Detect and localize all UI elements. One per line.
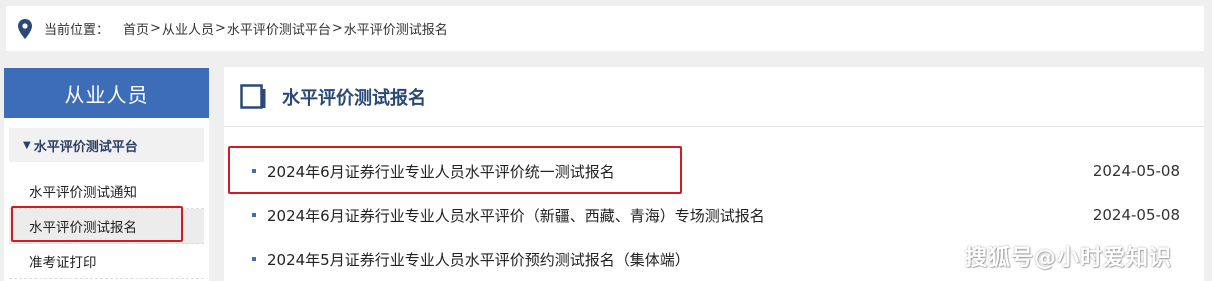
sidebar: 从业人员 ▼ 水平评价测试平台 水平评价测试通知 水平评价测试报名 准考证打印 <box>4 68 209 281</box>
list-item[interactable]: 2024年6月证券行业专业人员水平评价（新疆、西藏、青海）专场测试报名 2024… <box>224 193 1204 237</box>
location-pin-icon <box>18 18 34 40</box>
sidebar-header: 从业人员 <box>4 68 209 118</box>
breadcrumb: 当前位置： 首页 > 从业人员 > 水平评价测试平台 > 水平评价测试报名 <box>6 6 1204 51</box>
news-date: 2024-05-08 <box>1092 206 1180 224</box>
sidebar-item-test-registration[interactable]: 水平评价测试报名 <box>9 206 204 244</box>
main-header: 水平评价测试报名 <box>224 67 1204 127</box>
breadcrumb-practitioners[interactable]: 从业人员 <box>162 19 214 38</box>
sidebar-item-label: 准考证打印 <box>29 255 97 271</box>
sidebar-item-test-notice[interactable]: 水平评价测试通知 <box>9 174 204 209</box>
triangle-down-icon: ▼ <box>23 139 31 151</box>
sidebar-item-label: 水平评价测试通知 <box>29 185 137 201</box>
breadcrumb-separator: > <box>214 21 226 36</box>
news-date: 2024-05-08 <box>1092 162 1180 180</box>
document-icon <box>240 83 268 110</box>
breadcrumb-current: 水平评价测试报名 <box>343 23 448 38</box>
page: 当前位置： 首页 > 从业人员 > 水平评价测试平台 > 水平评价测试报名 从业… <box>0 0 1212 281</box>
sidebar-section-test-platform[interactable]: ▼ 水平评价测试平台 <box>9 128 204 162</box>
list-item[interactable]: 2024年6月证券行业专业人员水平评价统一测试报名 2024-05-08 <box>224 146 1204 194</box>
breadcrumb-prefix: 当前位置： <box>44 23 110 38</box>
breadcrumb-separator: > <box>150 21 161 36</box>
sidebar-item-admission-ticket[interactable]: 准考证打印 <box>9 244 204 279</box>
page-title: 水平评价测试报名 <box>282 87 426 109</box>
breadcrumb-separator: > <box>331 21 343 36</box>
watermark: 搜狐号@小时爱知识 <box>965 246 1173 271</box>
bullet-icon <box>252 169 256 173</box>
news-title-link[interactable]: 2024年6月证券行业专业人员水平评价（新疆、西藏、青海）专场测试报名 <box>267 205 1093 226</box>
sidebar-section-label: 水平评价测试平台 <box>33 139 138 155</box>
breadcrumb-test-platform[interactable]: 水平评价测试平台 <box>227 19 331 38</box>
bullet-icon <box>252 257 256 261</box>
news-title-link[interactable]: 2024年6月证券行业专业人员水平评价统一测试报名 <box>267 161 1093 182</box>
sidebar-item-label: 水平评价测试报名 <box>29 220 137 236</box>
bullet-icon <box>252 213 256 217</box>
breadcrumb-home[interactable]: 首页 <box>123 19 149 38</box>
